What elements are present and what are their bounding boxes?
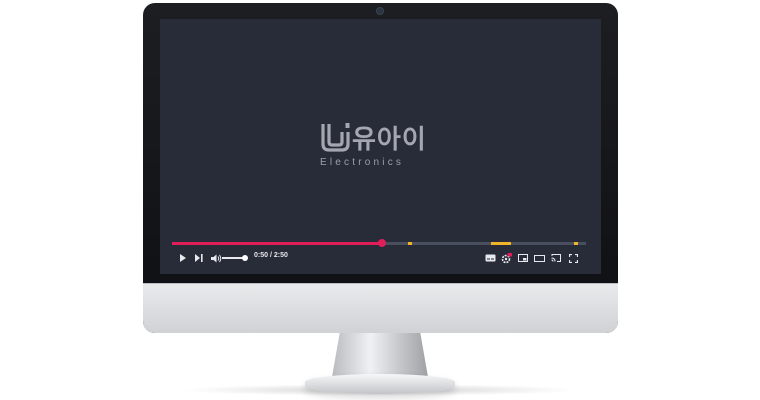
next-button[interactable] (194, 251, 204, 265)
settings-button[interactable] (500, 251, 512, 265)
stand-neck (332, 333, 428, 377)
progress-played (172, 242, 382, 245)
stand-base (305, 374, 455, 394)
progress-bar[interactable] (172, 239, 586, 247)
chapter-marker (407, 242, 412, 245)
player-controls: 0:50 / 2:50 (172, 251, 586, 265)
miniplayer-icon (518, 254, 528, 262)
chapter-marker (507, 242, 512, 245)
play-icon (180, 254, 186, 262)
brand-name-korean: 유아이 (352, 124, 427, 154)
cast-button[interactable] (550, 251, 562, 265)
camera (377, 8, 383, 14)
next-icon (195, 254, 203, 262)
fullscreen-button[interactable] (567, 251, 579, 265)
theater-icon (533, 254, 545, 262)
brand-subtitle: Electronics (320, 157, 405, 168)
monitor-chin (143, 283, 618, 333)
video-player[interactable]: 유아이 Electronics 0:50 / 2:50 (160, 19, 601, 274)
theater-button[interactable] (533, 251, 545, 265)
time-display: 0:50 / 2:50 (254, 252, 288, 259)
brand-logo: 유아이 Electronics (320, 120, 445, 175)
mute-button[interactable] (210, 251, 222, 265)
volume-knob[interactable] (242, 255, 248, 261)
volume-icon (210, 254, 221, 262)
volume-slider[interactable] (222, 257, 244, 259)
subtitles-icon (485, 254, 495, 262)
subtitles-button[interactable] (484, 251, 496, 265)
hd-badge (507, 252, 512, 256)
fullscreen-icon (568, 253, 578, 263)
miniplayer-button[interactable] (517, 251, 529, 265)
cast-icon (551, 254, 561, 262)
monitor: 유아이 Electronics 0:50 / 2:50 (143, 3, 618, 333)
settings-icon (501, 252, 512, 263)
logo-mark-icon (321, 123, 350, 152)
chapter-marker (573, 242, 578, 245)
progress-scrubber[interactable] (377, 239, 386, 247)
play-button[interactable] (178, 251, 188, 265)
